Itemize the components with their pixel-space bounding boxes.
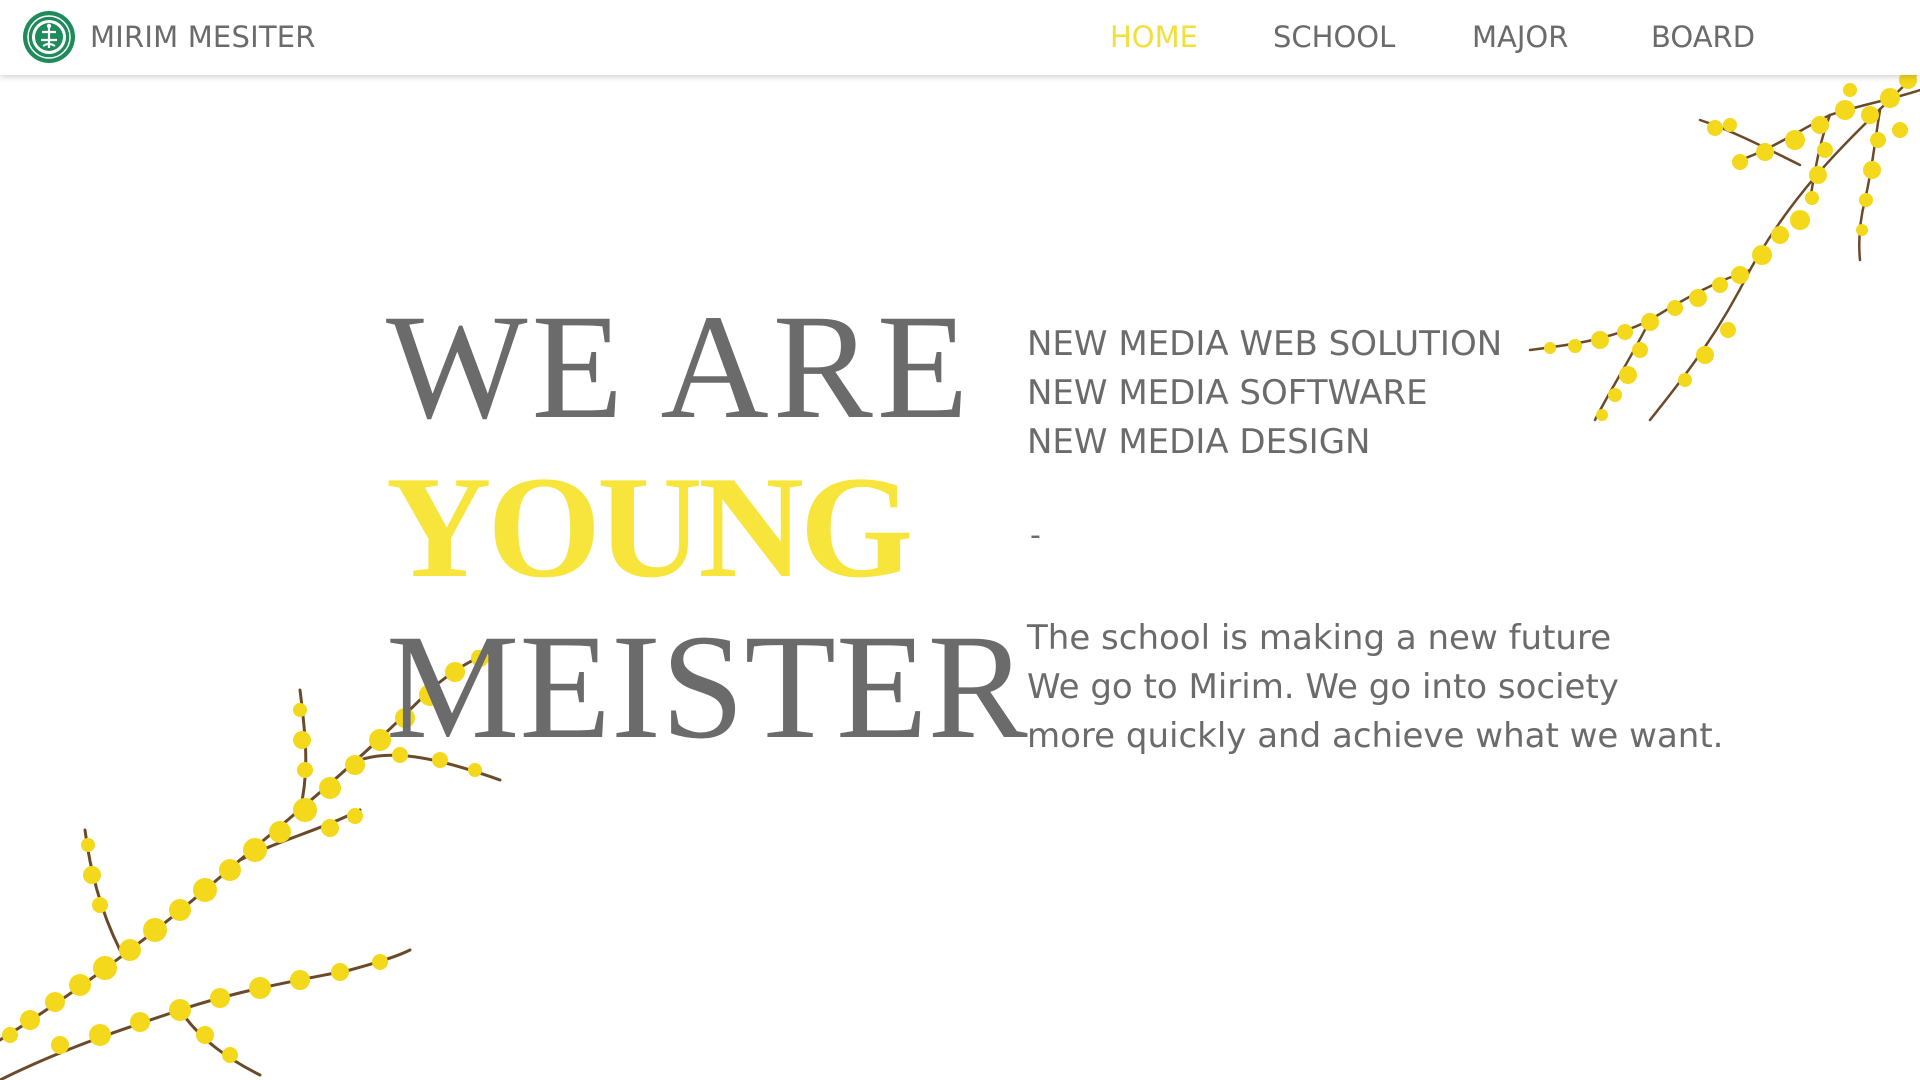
hero-line-meister: MEISTER: [386, 604, 1028, 770]
nav-home[interactable]: HOME: [1110, 20, 1198, 54]
hero-line-young: YOUNG: [386, 446, 913, 608]
major-software: NEW MEDIA SOFTWARE: [1027, 373, 1428, 413]
major-design: NEW MEDIA DESIGN: [1027, 422, 1371, 462]
page: MIRIM MESITER HOME SCHOOL MAJOR BOARD WE…: [0, 0, 1920, 1080]
description-line: We go to Mirim. We go into society: [1027, 667, 1619, 707]
hero-line-we-are: WE ARE: [386, 284, 973, 450]
nav-school[interactable]: SCHOOL: [1273, 20, 1395, 54]
description-line: more quickly and achieve what we want.: [1027, 716, 1724, 756]
separator-dash: -: [1030, 518, 1041, 553]
major-web-solution: NEW MEDIA WEB SOLUTION: [1027, 324, 1503, 364]
top-navbar: MIRIM MESITER HOME SCHOOL MAJOR BOARD: [0, 0, 1920, 75]
nav-major[interactable]: MAJOR: [1472, 20, 1568, 54]
main-nav: HOME SCHOOL MAJOR BOARD: [0, 0, 1920, 75]
school-description: The school is making a new future We go …: [1027, 614, 1723, 761]
forsythia-branch-icon: [1528, 70, 1920, 422]
description-line: The school is making a new future: [1027, 618, 1612, 658]
majors-list: NEW MEDIA WEB SOLUTION NEW MEDIA SOFTWAR…: [1027, 320, 1502, 467]
nav-board[interactable]: BOARD: [1651, 20, 1755, 54]
